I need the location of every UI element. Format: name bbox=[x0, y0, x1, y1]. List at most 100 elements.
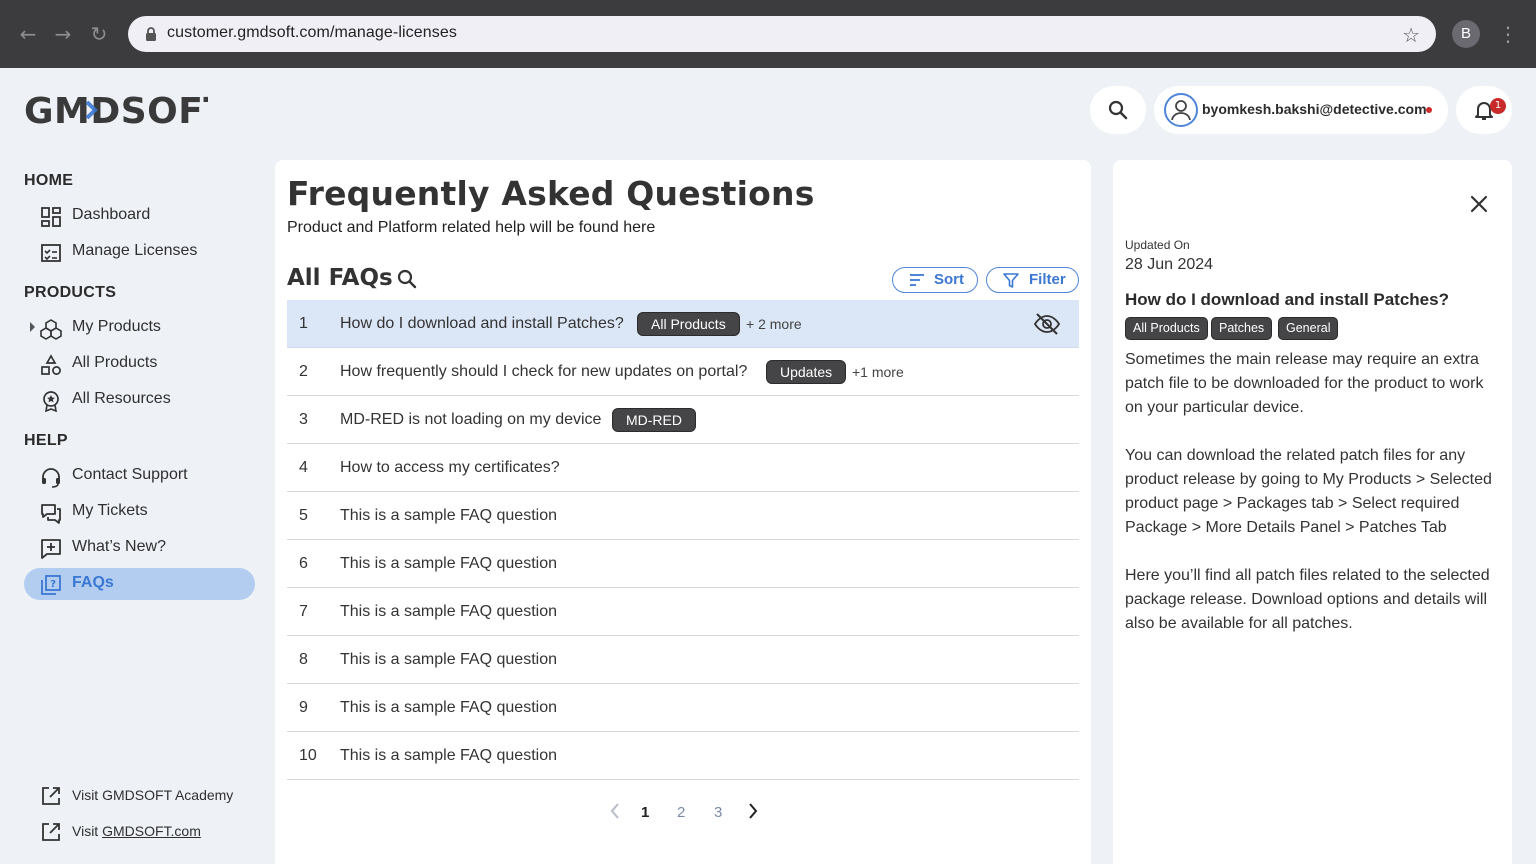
sidebar-item-label: Contact Support bbox=[72, 466, 188, 483]
faq-number: 3 bbox=[299, 411, 308, 428]
browser-profile-avatar[interactable]: B bbox=[1452, 20, 1480, 48]
faq-row[interactable]: 8 This is a sample FAQ question bbox=[287, 636, 1079, 684]
faq-number: 1 bbox=[299, 315, 308, 332]
sidebar-item-whats-new[interactable]: What’s New? bbox=[24, 532, 255, 564]
back-arrow-icon[interactable]: ← bbox=[14, 20, 42, 48]
faq-number: 8 bbox=[299, 651, 308, 668]
page-2[interactable]: 2 bbox=[677, 804, 685, 821]
faq-row[interactable]: 7 This is a sample FAQ question bbox=[287, 588, 1079, 636]
faq-row[interactable]: 4 How to access my certificates? bbox=[287, 444, 1079, 492]
svg-text:?: ? bbox=[50, 579, 56, 590]
headset-icon bbox=[42, 468, 60, 488]
faq-tag: MD-RED bbox=[612, 408, 696, 432]
updated-on-value: 28 Jun 2024 bbox=[1125, 256, 1214, 273]
notifications-button[interactable]: 1 bbox=[1456, 86, 1512, 134]
detail-tag: Patches bbox=[1211, 317, 1273, 340]
chevron-right-icon[interactable] bbox=[747, 802, 759, 820]
faq-more-tags[interactable]: + 2 more bbox=[746, 316, 802, 332]
cubes-icon bbox=[40, 319, 62, 340]
announcement-icon bbox=[41, 539, 61, 559]
faq-question[interactable]: MD-RED is not loading on my device bbox=[340, 411, 601, 429]
sidebar-item-contact-support[interactable]: Contact Support bbox=[24, 460, 255, 492]
header-search-button[interactable] bbox=[1090, 86, 1146, 134]
page-title: Frequently Asked Questions bbox=[287, 174, 815, 213]
faq-main-panel: Frequently Asked Questions Product and P… bbox=[275, 160, 1091, 864]
sort-button[interactable]: Sort bbox=[892, 267, 978, 293]
faq-question[interactable]: This is a sample FAQ question bbox=[340, 555, 557, 573]
visit-academy-label: Visit GMDSOFT Academy bbox=[72, 787, 234, 803]
faq-row[interactable]: 6 This is a sample FAQ question bbox=[287, 540, 1079, 588]
address-bar[interactable]: customer.gmdsoft.com/manage-licenses ☆ bbox=[128, 16, 1436, 52]
faq-more-tags[interactable]: +1 more bbox=[852, 364, 904, 380]
faq-question[interactable]: This is a sample FAQ question bbox=[340, 699, 557, 717]
sidebar-item-label: What’s New? bbox=[72, 538, 166, 555]
faq-question[interactable]: How to access my certificates? bbox=[340, 459, 560, 477]
page-1[interactable]: 1 bbox=[641, 804, 649, 821]
faq-question[interactable]: This is a sample FAQ question bbox=[340, 603, 557, 621]
faq-list: 1 How do I download and install Patches? A… bbox=[287, 300, 1079, 780]
chevron-left-icon[interactable] bbox=[609, 802, 621, 820]
detail-tag: General bbox=[1278, 317, 1339, 340]
page-3[interactable]: 3 bbox=[714, 804, 722, 821]
pagination: 1 2 3 bbox=[605, 800, 765, 824]
expand-caret-icon[interactable] bbox=[30, 322, 35, 332]
external-link-icon bbox=[42, 823, 60, 841]
faq-row[interactable]: 2 How frequently should I check for new u… bbox=[287, 348, 1079, 396]
gmdsoft-site-link-text[interactable]: GMDSOFT.com bbox=[102, 823, 201, 839]
page-subtitle: Product and Platform related help will b… bbox=[287, 219, 656, 236]
sidebar-item-all-resources[interactable]: All Resources bbox=[24, 384, 255, 416]
sidebar-item-all-products[interactable]: All Products bbox=[24, 348, 255, 380]
faq-tag: Updates bbox=[766, 360, 847, 384]
sidebar-item-my-tickets[interactable]: My Tickets bbox=[24, 496, 255, 528]
eye-off-icon[interactable] bbox=[1033, 312, 1061, 340]
answer-paragraph: Here you’ll find all patch files related… bbox=[1125, 567, 1490, 632]
faq-question[interactable]: How frequently should I check for new up… bbox=[340, 363, 747, 381]
user-email: byomkesh.bakshi@detective.com bbox=[1202, 101, 1427, 117]
license-checklist-icon bbox=[41, 244, 61, 262]
faq-list-title: All FAQs bbox=[287, 265, 393, 291]
faq-question[interactable]: This is a sample FAQ question bbox=[340, 747, 557, 765]
faq-row[interactable]: 10 This is a sample FAQ question bbox=[287, 732, 1079, 780]
online-status-dot bbox=[1426, 107, 1432, 113]
lock-icon bbox=[146, 27, 156, 41]
filter-button[interactable]: Filter bbox=[986, 267, 1079, 293]
svg-text:GMDSOFT: GMDSOFT bbox=[24, 92, 208, 128]
faq-row[interactable]: 5 This is a sample FAQ question bbox=[287, 492, 1079, 540]
sidebar-item-manage-licenses[interactable]: Manage Licenses bbox=[24, 236, 255, 268]
notification-badge: 1 bbox=[1490, 98, 1506, 114]
faq-row[interactable]: 1 How do I download and install Patches? A… bbox=[287, 300, 1079, 348]
answer-paragraph: Sometimes the main release may require a… bbox=[1125, 351, 1484, 416]
browser-menu-icon[interactable]: ⋮ bbox=[1496, 20, 1520, 48]
sidebar-item-my-products[interactable]: My Products bbox=[24, 312, 255, 344]
external-link-icon bbox=[42, 787, 60, 805]
search-icon bbox=[1108, 100, 1128, 120]
filter-label: Filter bbox=[1029, 271, 1066, 288]
search-icon[interactable] bbox=[397, 269, 417, 289]
bookmark-star-icon[interactable]: ☆ bbox=[1402, 23, 1420, 47]
faq-number: 9 bbox=[299, 699, 308, 716]
close-icon[interactable] bbox=[1469, 194, 1489, 214]
sidebar-item-label: All Resources bbox=[72, 390, 171, 407]
sidebar-item-label: Manage Licenses bbox=[72, 242, 198, 259]
user-account-menu[interactable]: byomkesh.bakshi@detective.com bbox=[1154, 86, 1448, 134]
faq-row[interactable]: 3 MD-RED is not loading on my device MD-RE… bbox=[287, 396, 1079, 444]
shapes-icon bbox=[41, 354, 61, 375]
reload-icon[interactable]: ↻ bbox=[85, 20, 113, 48]
award-icon bbox=[43, 391, 59, 412]
faq-number: 2 bbox=[299, 363, 308, 380]
sidebar-item-dashboard[interactable]: Dashboard bbox=[24, 200, 255, 232]
sidebar-item-faqs[interactable]: ? FAQs bbox=[24, 568, 255, 600]
sort-lines-icon bbox=[910, 274, 924, 286]
faq-tag: All Products bbox=[637, 312, 740, 336]
chat-tickets-icon bbox=[41, 504, 61, 524]
faq-question[interactable]: This is a sample FAQ question bbox=[340, 651, 557, 669]
sidebar-item-label: FAQs bbox=[72, 574, 114, 591]
gmdsoft-logo[interactable]: GMDSOFT bbox=[24, 92, 208, 128]
faq-question[interactable]: How do I download and install Patches? bbox=[340, 315, 624, 333]
url-text: customer.gmdsoft.com/manage-licenses bbox=[167, 24, 457, 41]
forward-arrow-icon[interactable]: → bbox=[49, 20, 77, 48]
faq-question[interactable]: This is a sample FAQ question bbox=[340, 507, 557, 525]
sidebar-item-label: My Products bbox=[72, 318, 161, 335]
faq-number: 4 bbox=[299, 459, 308, 476]
faq-row[interactable]: 9 This is a sample FAQ question bbox=[287, 684, 1079, 732]
